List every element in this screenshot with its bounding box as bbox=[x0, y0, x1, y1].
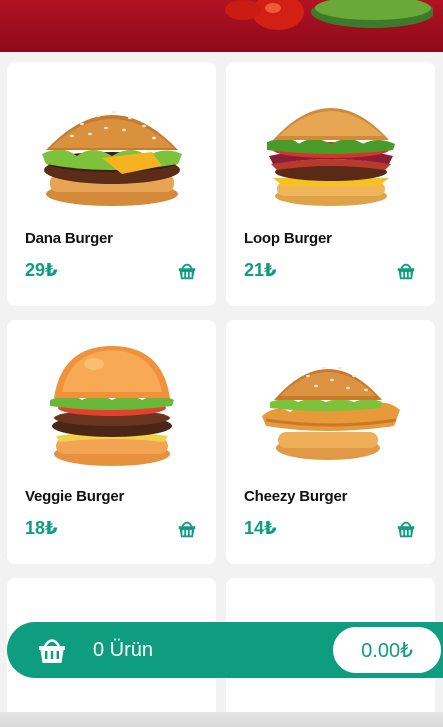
basket-icon[interactable] bbox=[395, 518, 417, 540]
product-price: 21₺ bbox=[244, 260, 277, 280]
header-food-image bbox=[225, 0, 433, 30]
cart-total[interactable]: 0.00₺ bbox=[331, 625, 443, 675]
basket-icon[interactable] bbox=[395, 260, 417, 282]
product-price: 18₺ bbox=[25, 518, 58, 538]
product-card-loop-burger[interactable]: Loop Burger 21₺ bbox=[226, 62, 435, 306]
product-card-cheezy-burger[interactable]: Cheezy Burger 14₺ bbox=[226, 320, 435, 564]
product-price: 14₺ bbox=[244, 518, 277, 538]
product-card-veggie-burger[interactable]: Veggie Burger 18₺ bbox=[7, 320, 216, 564]
header-banner bbox=[0, 0, 443, 52]
product-name: Loop Burger bbox=[244, 230, 332, 247]
basket-icon bbox=[39, 639, 65, 663]
product-image bbox=[226, 338, 435, 478]
bottom-edge bbox=[0, 712, 443, 727]
product-name: Veggie Burger bbox=[25, 488, 125, 505]
basket-icon[interactable] bbox=[176, 260, 198, 282]
cart-item-count: 0 Ürün bbox=[93, 639, 154, 661]
basket-icon[interactable] bbox=[176, 518, 198, 540]
product-price: 29₺ bbox=[25, 260, 58, 280]
cart-bar[interactable]: 0 Ürün 0.00₺ bbox=[7, 622, 443, 678]
product-name: Cheezy Burger bbox=[244, 488, 348, 505]
product-name: Dana Burger bbox=[25, 230, 113, 247]
product-image bbox=[7, 80, 216, 220]
product-card-dana-burger[interactable]: Dana Burger 29₺ bbox=[7, 62, 216, 306]
product-image bbox=[226, 80, 435, 220]
product-image bbox=[7, 338, 216, 478]
